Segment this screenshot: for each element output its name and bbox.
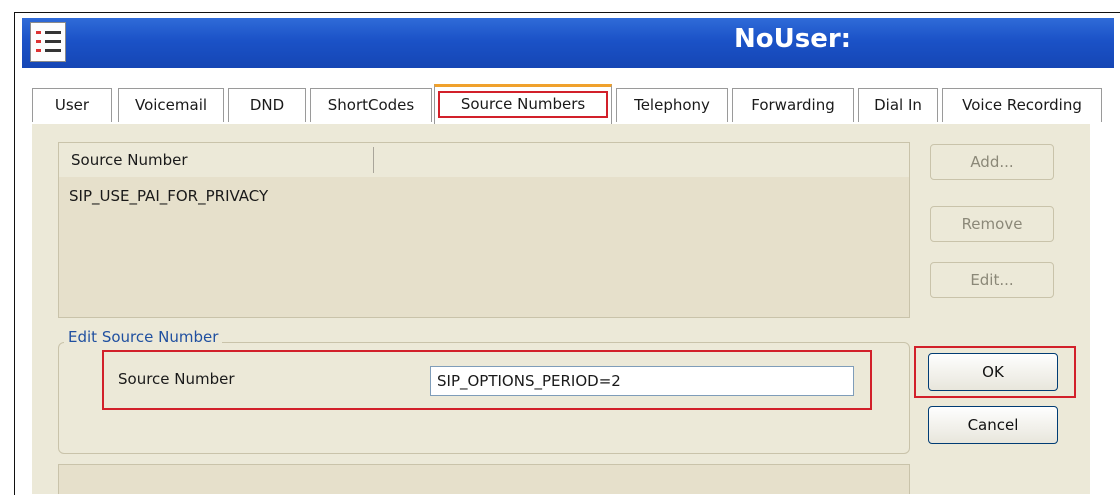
list-item[interactable]: SIP_USE_PAI_FOR_PRIVACY: [69, 187, 268, 205]
ok-button[interactable]: OK: [928, 353, 1058, 391]
tab-source-numbers[interactable]: Source Numbers: [434, 84, 612, 124]
column-header-source-number[interactable]: Source Number: [71, 151, 188, 169]
tab-shortcodes[interactable]: ShortCodes: [310, 88, 432, 122]
tab-dnd[interactable]: DND: [228, 88, 306, 122]
window-title: NoUser:: [734, 24, 852, 54]
list-header: Source Number: [59, 143, 909, 177]
tab-user[interactable]: User: [32, 88, 112, 122]
edit-button[interactable]: Edit...: [930, 262, 1054, 298]
tab-forwarding[interactable]: Forwarding: [732, 88, 854, 122]
lower-list-area: [58, 464, 910, 494]
source-number-label: Source Number: [118, 370, 235, 388]
source-number-input[interactable]: [430, 366, 854, 396]
tab-dial-in[interactable]: Dial In: [858, 88, 938, 122]
title-bar: NoUser:: [22, 18, 1114, 68]
tab-bar: User Voicemail DND ShortCodes Source Num…: [22, 70, 1114, 130]
cancel-button[interactable]: Cancel: [928, 406, 1058, 444]
edit-group-title: Edit Source Number: [64, 328, 223, 346]
remove-button[interactable]: Remove: [930, 206, 1054, 242]
list-icon: [30, 22, 66, 62]
source-number-list[interactable]: Source Number SIP_USE_PAI_FOR_PRIVACY: [58, 142, 910, 318]
add-button[interactable]: Add...: [930, 144, 1054, 180]
column-separator[interactable]: [373, 147, 374, 173]
tab-voicemail[interactable]: Voicemail: [118, 88, 224, 122]
tab-voice-recording[interactable]: Voice Recording: [942, 88, 1102, 122]
tab-telephony[interactable]: Telephony: [616, 88, 728, 122]
